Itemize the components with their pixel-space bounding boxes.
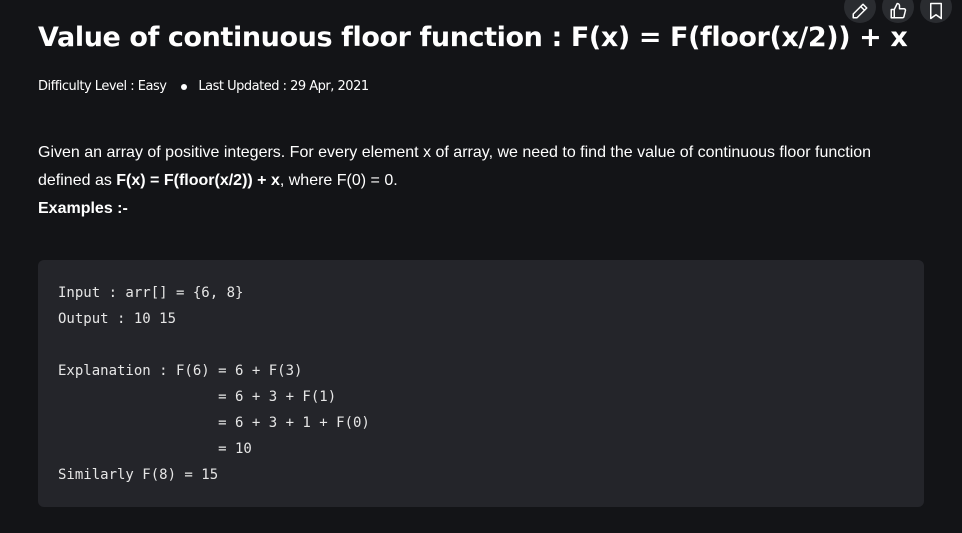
- page-title: Value of continuous floor function : F(x…: [38, 22, 908, 53]
- article-meta: Difficulty Level : Easy Last Updated : 2…: [38, 77, 369, 97]
- formula-text: F(x) = F(floor(x/2)) + x: [116, 172, 280, 189]
- problem-description: Given an array of positive integers. For…: [38, 139, 918, 195]
- difficulty-level: Difficulty Level : Easy: [38, 79, 167, 94]
- code-block: Input : arr[] = {6, 8} Output : 10 15 Ex…: [38, 260, 924, 507]
- separator-dot: [181, 84, 188, 90]
- last-updated: Last Updated : 29 Apr, 2021: [198, 79, 369, 94]
- bookmark-icon: [930, 2, 942, 20]
- example-code: Input : arr[] = {6, 8} Output : 10 15 Ex…: [58, 285, 370, 483]
- bookmark-button[interactable]: [920, 0, 952, 23]
- description-text-end: , where F(0) = 0.: [279, 172, 398, 189]
- examples-heading: Examples :-: [38, 200, 128, 217]
